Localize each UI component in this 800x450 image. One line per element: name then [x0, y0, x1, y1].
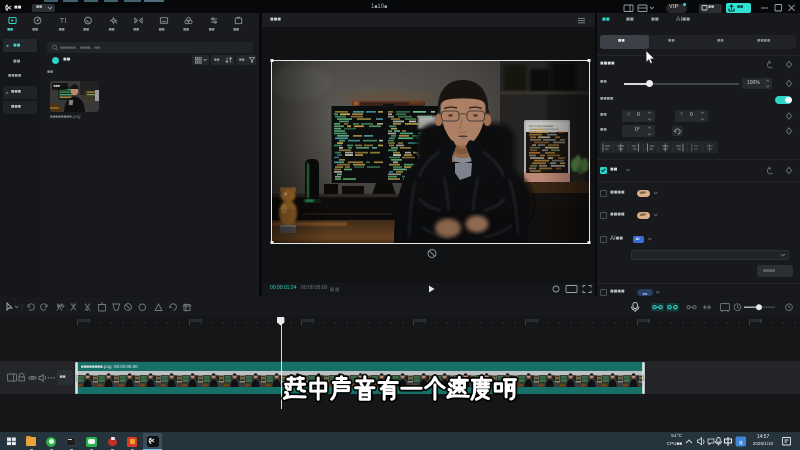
- svg-text:TI: TI: [60, 16, 67, 25]
- svg-text:■■: ■■: [643, 291, 648, 296]
- svg-text:a: a: [739, 439, 743, 446]
